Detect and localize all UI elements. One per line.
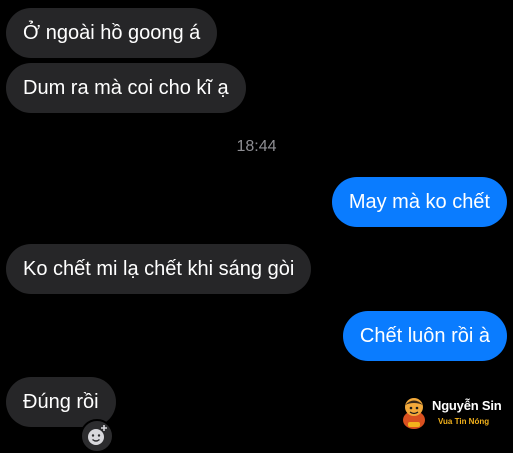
message-text: Chết luôn rồi à — [359, 324, 490, 347]
message-bubble-incoming[interactable]: Ở ngoài hồ goong á — [6, 8, 218, 58]
message-text: Đúng rồi — [23, 390, 99, 413]
watermark-name: Nguyễn Sin — [432, 398, 502, 413]
message-text: Ở ngoài hồ goong á — [23, 21, 201, 44]
message-bubble-outgoing[interactable]: May mà ko chết — [331, 177, 507, 227]
mascot-logo-icon — [400, 396, 428, 430]
message-bubble-incoming[interactable]: Dum ra mà coi cho kĩ ạ — [6, 63, 246, 113]
watermark: Nguyễn Sin Vua Tin Nóng — [398, 386, 510, 438]
message-bubble-incoming[interactable]: Ko chết mi lạ chết khi sáng gòi — [6, 244, 312, 294]
message-text: Dum ra mà coi cho kĩ ạ — [23, 76, 229, 99]
message-bubble-outgoing[interactable]: Chết luôn rồi à — [342, 311, 507, 361]
add-reaction-icon[interactable] — [80, 419, 114, 453]
message-text: May mà ko chết — [348, 190, 490, 213]
watermark-tagline: Vua Tin Nóng — [438, 417, 490, 426]
message-timestamp: 18:44 — [236, 138, 277, 155]
message-text: Ko chết mi lạ chết khi sáng gòi — [23, 257, 295, 280]
